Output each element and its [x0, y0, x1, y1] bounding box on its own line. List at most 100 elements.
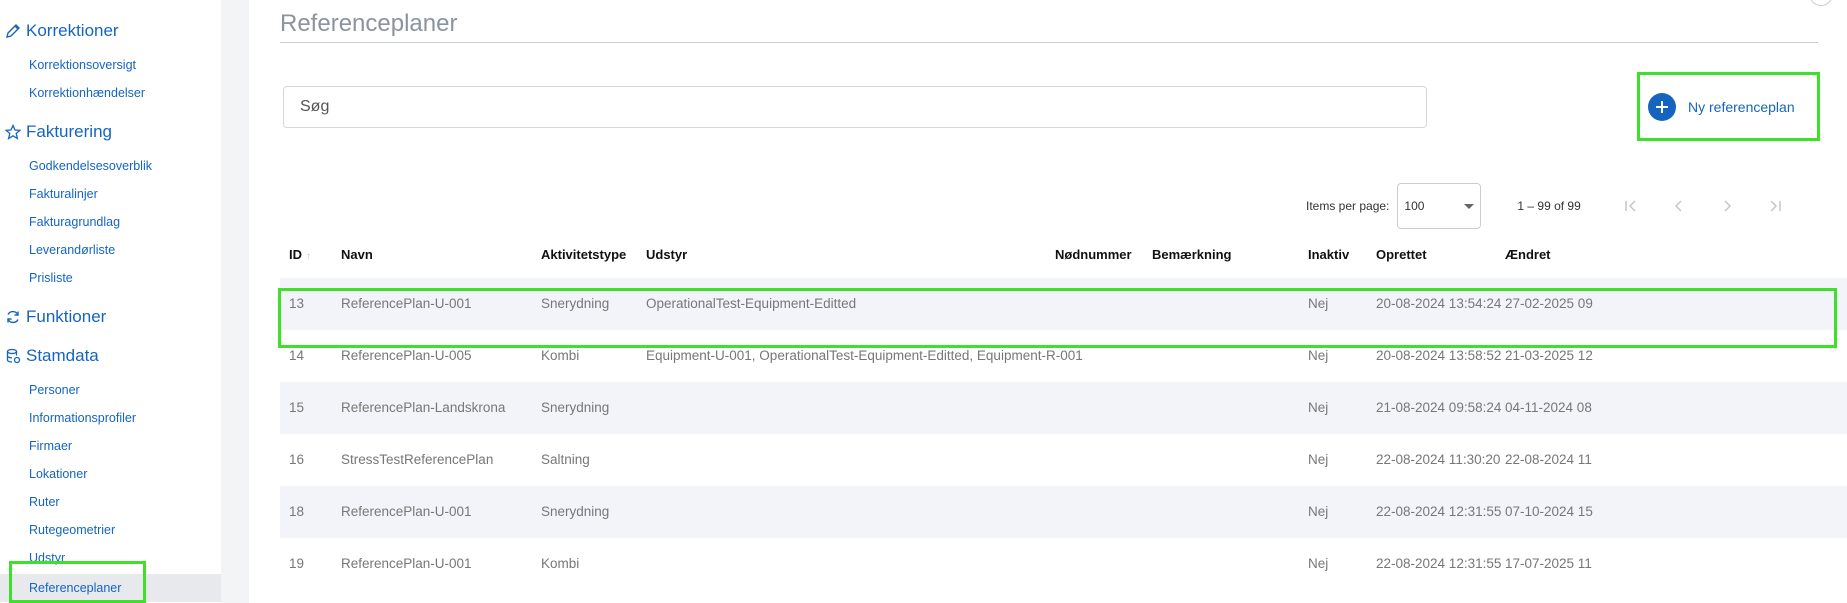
table-row[interactable]: 19 ReferencePlan-U-001 Kombi Nej 22-08-2024 …: [280, 538, 1847, 590]
cell-aktivitetstype: Kombi: [541, 348, 580, 363]
cell-oprettet: 20-08-2024 13:54:24: [1376, 296, 1502, 311]
database-icon: [0, 348, 26, 364]
highlight-box: [9, 561, 146, 603]
main-content: Referenceplaner Søg Ny referenceplan Ite…: [249, 0, 1847, 603]
paginator: Items per page: 100 1 – 99 of 99: [1306, 182, 1799, 230]
cell-aktivitetstype: Kombi: [541, 556, 580, 571]
sidebar-section-label: Funktioner: [26, 307, 107, 326]
cell-aendret: 04-11-2024 08: [1505, 400, 1592, 415]
items-per-page-select[interactable]: 100: [1397, 183, 1482, 229]
cell-inaktiv: Nej: [1308, 400, 1329, 415]
sidebar-section-label: Fakturering: [26, 122, 112, 141]
sidebar-section-funktioner[interactable]: Funktioner: [0, 305, 106, 329]
table-row[interactable]: 16 StressTestReferencePlan Saltning Nej 22-0…: [280, 434, 1847, 486]
cell-inaktiv: Nej: [1308, 504, 1329, 519]
header-inaktiv[interactable]: Inaktiv: [1308, 247, 1349, 262]
sidebar: Korrektioner Korrektionsoversigt Korrekt…: [0, 0, 222, 603]
header-udstyr[interactable]: Udstyr: [646, 247, 687, 262]
header-id-label: ID: [289, 247, 302, 262]
sidebar-item-personer[interactable]: Personer: [29, 381, 80, 399]
previous-page-icon[interactable]: [1655, 186, 1703, 226]
search-input[interactable]: Søg: [283, 86, 1427, 128]
cell-oprettet: 22-08-2024 12:31:55: [1376, 504, 1502, 519]
sidebar-item-ruter[interactable]: Ruter: [29, 493, 60, 511]
cell-aktivitetstype: Snerydning: [541, 504, 610, 519]
title-divider: [280, 42, 1818, 43]
cell-navn: ReferencePlan-U-001: [341, 296, 472, 311]
cell-navn: ReferencePlan-Landskrona: [341, 400, 506, 415]
header-nodnummer[interactable]: Nødnummer: [1055, 247, 1132, 262]
cell-aendret: 27-02-2025 09: [1505, 296, 1593, 311]
header-aktivitetstype[interactable]: Aktivitetstype: [541, 247, 626, 262]
sidebar-item-lokationer[interactable]: Lokationer: [29, 465, 87, 483]
sidebar-item-firmaer[interactable]: Firmaer: [29, 437, 72, 455]
page-title: Referenceplaner: [280, 10, 458, 37]
cell-udstyr: OperationalTest-Equipment-Editted: [646, 296, 857, 311]
cell-inaktiv: Nej: [1308, 452, 1329, 467]
sidebar-item-prisliste[interactable]: Prisliste: [29, 269, 73, 287]
cell-id: 19: [289, 556, 305, 571]
sidebar-section-stamdata[interactable]: Stamdata: [0, 344, 99, 368]
first-page-icon[interactable]: [1607, 186, 1655, 226]
cell-aendret: 07-10-2024 15: [1505, 504, 1593, 519]
cell-aendret: 21-03-2025 12: [1505, 348, 1593, 363]
cell-oprettet: 21-08-2024 09:58:24: [1376, 400, 1502, 415]
corner-button[interactable]: [1809, 0, 1833, 6]
dropdown-caret-icon: [1464, 203, 1475, 209]
cell-navn: StressTestReferencePlan: [341, 452, 494, 467]
cell-id: 15: [289, 400, 305, 415]
search-placeholder: Søg: [300, 98, 330, 115]
sidebar-section-fakturering[interactable]: Fakturering: [0, 120, 112, 144]
cell-aktivitetstype: Saltning: [541, 452, 590, 467]
sidebar-section-label: Stamdata: [26, 346, 99, 365]
cell-inaktiv: Nej: [1308, 348, 1329, 363]
cell-aendret: 22-08-2024 11: [1505, 452, 1592, 467]
cell-id: 18: [289, 504, 305, 519]
cell-oprettet: 22-08-2024 11:30:20: [1376, 452, 1501, 467]
cell-navn: ReferencePlan-U-005: [341, 348, 472, 363]
pencil-icon: [0, 23, 26, 39]
cell-oprettet: 20-08-2024 13:58:52: [1376, 348, 1502, 363]
table-row[interactable]: 14 ReferencePlan-U-005 Kombi Equipment-U-00…: [280, 330, 1847, 382]
sort-arrow-icon: ↑: [306, 251, 311, 262]
sidebar-section-korrektioner[interactable]: Korrektioner: [0, 19, 119, 43]
table-header: ID ↑ Navn Aktivitetstype Udstyr Nødnummer…: [280, 232, 1847, 278]
cell-id: 13: [289, 296, 305, 311]
sidebar-item-fakturalinjer[interactable]: Fakturalinjer: [29, 185, 98, 203]
table-row[interactable]: 15 ReferencePlan-Landskrona Snerydning Nej 2…: [280, 382, 1847, 434]
cell-inaktiv: Nej: [1308, 556, 1329, 571]
cell-aendret: 17-07-2025 11: [1505, 556, 1592, 571]
sidebar-item-korrektionhaendelser[interactable]: Korrektionhændelser: [29, 84, 145, 102]
referenceplan-table: ID ↑ Navn Aktivitetstype Udstyr Nødnummer…: [280, 232, 1847, 590]
sidebar-item-rutegeometrier[interactable]: Rutegeometrier: [29, 521, 115, 539]
sidebar-item-leverandorliste[interactable]: Leverandørliste: [29, 241, 115, 259]
next-page-icon[interactable]: [1703, 186, 1751, 226]
cell-id: 16: [289, 452, 305, 467]
cell-aktivitetstype: Snerydning: [541, 296, 610, 311]
paginator-range: 1 – 99 of 99: [1517, 199, 1581, 213]
items-per-page-label: Items per page:: [1306, 199, 1390, 213]
header-aendret[interactable]: Ændret: [1505, 247, 1551, 262]
table-row[interactable]: 13 ReferencePlan-U-001 Snerydning Operation…: [280, 278, 1847, 330]
sidebar-item-informationsprofiler[interactable]: Informationsprofiler: [29, 409, 136, 427]
last-page-icon[interactable]: [1751, 186, 1799, 226]
header-bemaerkning[interactable]: Bemærkning: [1152, 247, 1231, 262]
table-row[interactable]: 18 ReferencePlan-U-001 Snerydning Nej 22-08-…: [280, 486, 1847, 538]
header-oprettet[interactable]: Oprettet: [1376, 247, 1427, 262]
cell-oprettet: 22-08-2024 12:31:55: [1376, 556, 1502, 571]
cell-navn: ReferencePlan-U-001: [341, 556, 472, 571]
cell-navn: ReferencePlan-U-001: [341, 504, 472, 519]
cell-udstyr: Equipment-U-001, OperationalTest-Equipme…: [646, 348, 1083, 363]
sidebar-section-label: Korrektioner: [26, 21, 119, 40]
items-per-page-value: 100: [1404, 199, 1425, 213]
table-body: 13 ReferencePlan-U-001 Snerydning Operation…: [280, 278, 1847, 590]
header-id[interactable]: ID ↑: [289, 247, 311, 262]
cell-id: 14: [289, 348, 305, 363]
header-navn[interactable]: Navn: [341, 247, 373, 262]
cell-inaktiv: Nej: [1308, 296, 1329, 311]
highlight-box: [1637, 72, 1820, 141]
sidebar-item-fakturagrundlag[interactable]: Fakturagrundlag: [29, 213, 120, 231]
sidebar-item-godkendelsesoverblik[interactable]: Godkendelsesoverblik: [29, 157, 152, 175]
star-icon: [0, 124, 26, 140]
sidebar-item-korrektionsoversigt[interactable]: Korrektionsoversigt: [29, 56, 136, 74]
